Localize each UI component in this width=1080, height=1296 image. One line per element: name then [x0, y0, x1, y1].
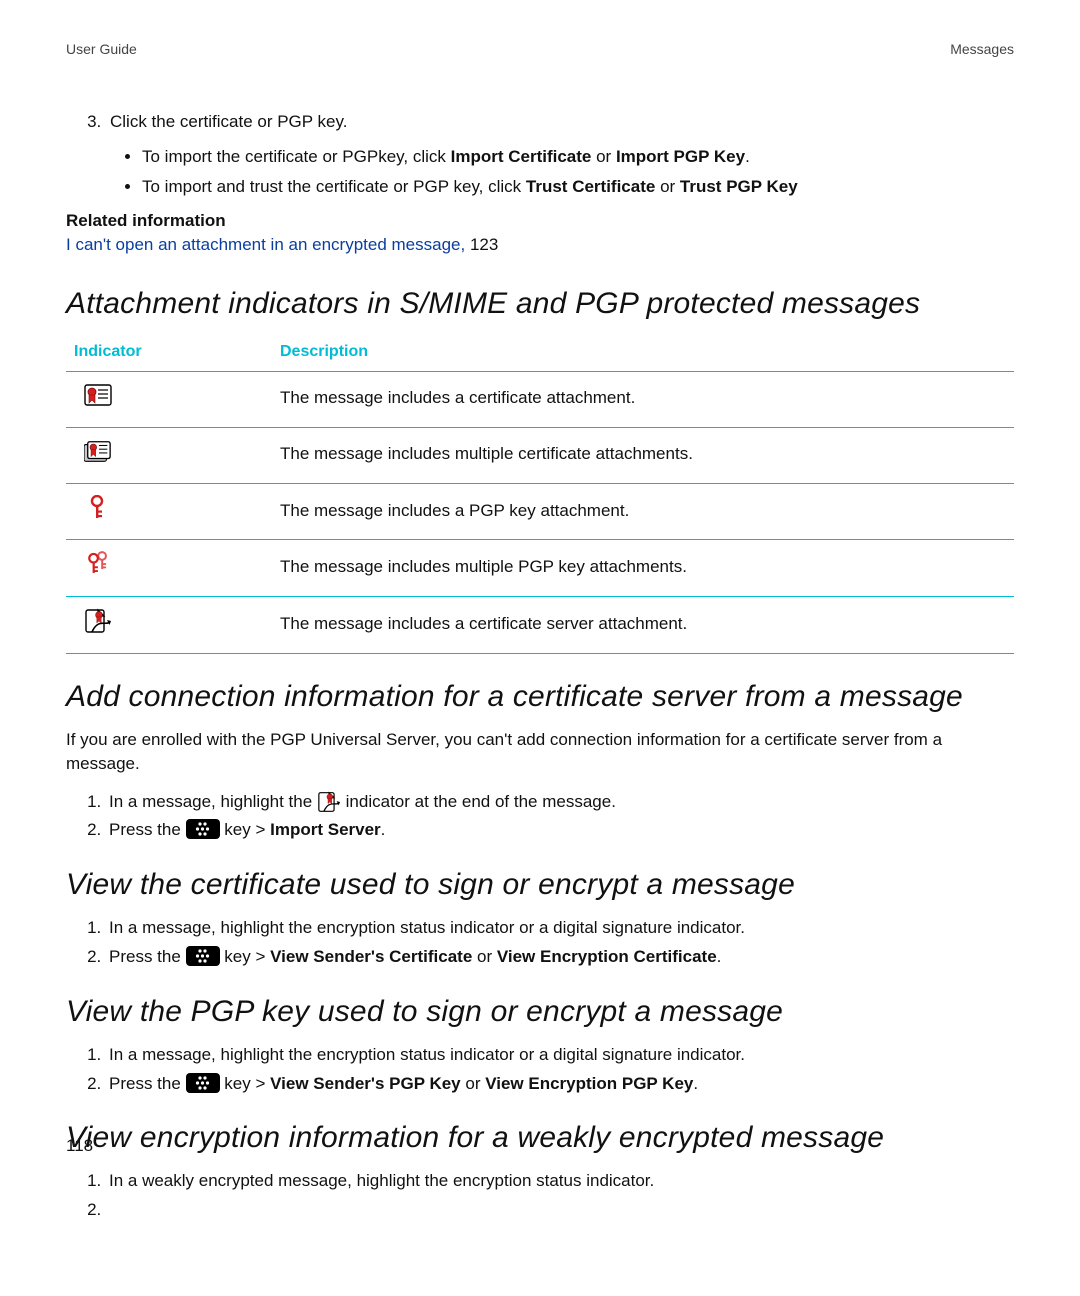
- cert-server-icon: [317, 791, 341, 813]
- pgp-key-icon: [84, 494, 112, 522]
- view-cert-step-1: In a message, highlight the encryption s…: [106, 916, 1014, 940]
- view-weak-step-2: [106, 1198, 1014, 1222]
- step-3-bullet-2: To import and trust the certificate or P…: [142, 175, 1014, 199]
- step-3: Click the certificate or PGP key.: [106, 110, 1014, 134]
- view-weak-step-1: In a weakly encrypted message, highlight…: [106, 1169, 1014, 1193]
- add-connection-para: If you are enrolled with the PGP Univers…: [66, 728, 1014, 776]
- related-link[interactable]: I can't open an attachment in an encrypt…: [66, 235, 465, 254]
- row-desc: The message includes a PGP key attachmen…: [272, 483, 1014, 540]
- view-cert-step-2: Press the key > View Sender's Certificat…: [106, 945, 1014, 969]
- blackberry-menu-key-icon: [186, 946, 220, 966]
- add-conn-step-1: In a message, highlight the indicator at…: [106, 790, 1014, 814]
- cert-server-icon: [84, 607, 112, 635]
- row-desc: The message includes multiple PGP key at…: [272, 540, 1014, 597]
- row-desc: The message includes multiple certificat…: [272, 427, 1014, 483]
- indicator-table: Indicator Description The message includ…: [66, 335, 1014, 654]
- col-indicator: Indicator: [66, 335, 272, 372]
- header-left: User Guide: [66, 40, 137, 60]
- page-number: 118: [66, 1134, 93, 1158]
- heading-add-connection: Add connection information for a certifi…: [66, 676, 1014, 718]
- related-link-page: 123: [465, 235, 498, 254]
- view-pgp-step-2: Press the key > View Sender's PGP Key or…: [106, 1072, 1014, 1096]
- header-right: Messages: [950, 40, 1014, 60]
- blackberry-menu-key-icon: [186, 1073, 220, 1093]
- table-row: The message includes multiple PGP key at…: [66, 540, 1014, 597]
- row-desc: The message includes a certificate attac…: [272, 371, 1014, 427]
- table-row: The message includes a certificate attac…: [66, 371, 1014, 427]
- related-information-heading: Related information: [66, 209, 1014, 233]
- view-pgp-step-1: In a message, highlight the encryption s…: [106, 1043, 1014, 1067]
- step-3-text: Click the certificate or PGP key.: [110, 112, 347, 131]
- pgp-key-multi-icon: [84, 550, 112, 578]
- heading-attachment-indicators: Attachment indicators in S/MIME and PGP …: [66, 283, 1014, 325]
- heading-view-pgp-key: View the PGP key used to sign or encrypt…: [66, 991, 1014, 1033]
- heading-view-weak-encryption: View encryption information for a weakly…: [66, 1117, 1014, 1159]
- heading-view-certificate: View the certificate used to sign or enc…: [66, 864, 1014, 906]
- blackberry-menu-key-icon: [186, 819, 220, 839]
- add-conn-step-2: Press the key > Import Server.: [106, 818, 1014, 842]
- cert-single-icon: [84, 382, 112, 410]
- table-row: The message includes multiple certificat…: [66, 427, 1014, 483]
- step-3-bullet-1: To import the certificate or PGPkey, cli…: [142, 145, 1014, 169]
- col-description: Description: [272, 335, 1014, 372]
- table-row: The message includes a certificate serve…: [66, 597, 1014, 654]
- table-row: The message includes a PGP key attachmen…: [66, 483, 1014, 540]
- cert-multi-icon: [84, 438, 112, 466]
- row-desc: The message includes a certificate serve…: [272, 597, 1014, 654]
